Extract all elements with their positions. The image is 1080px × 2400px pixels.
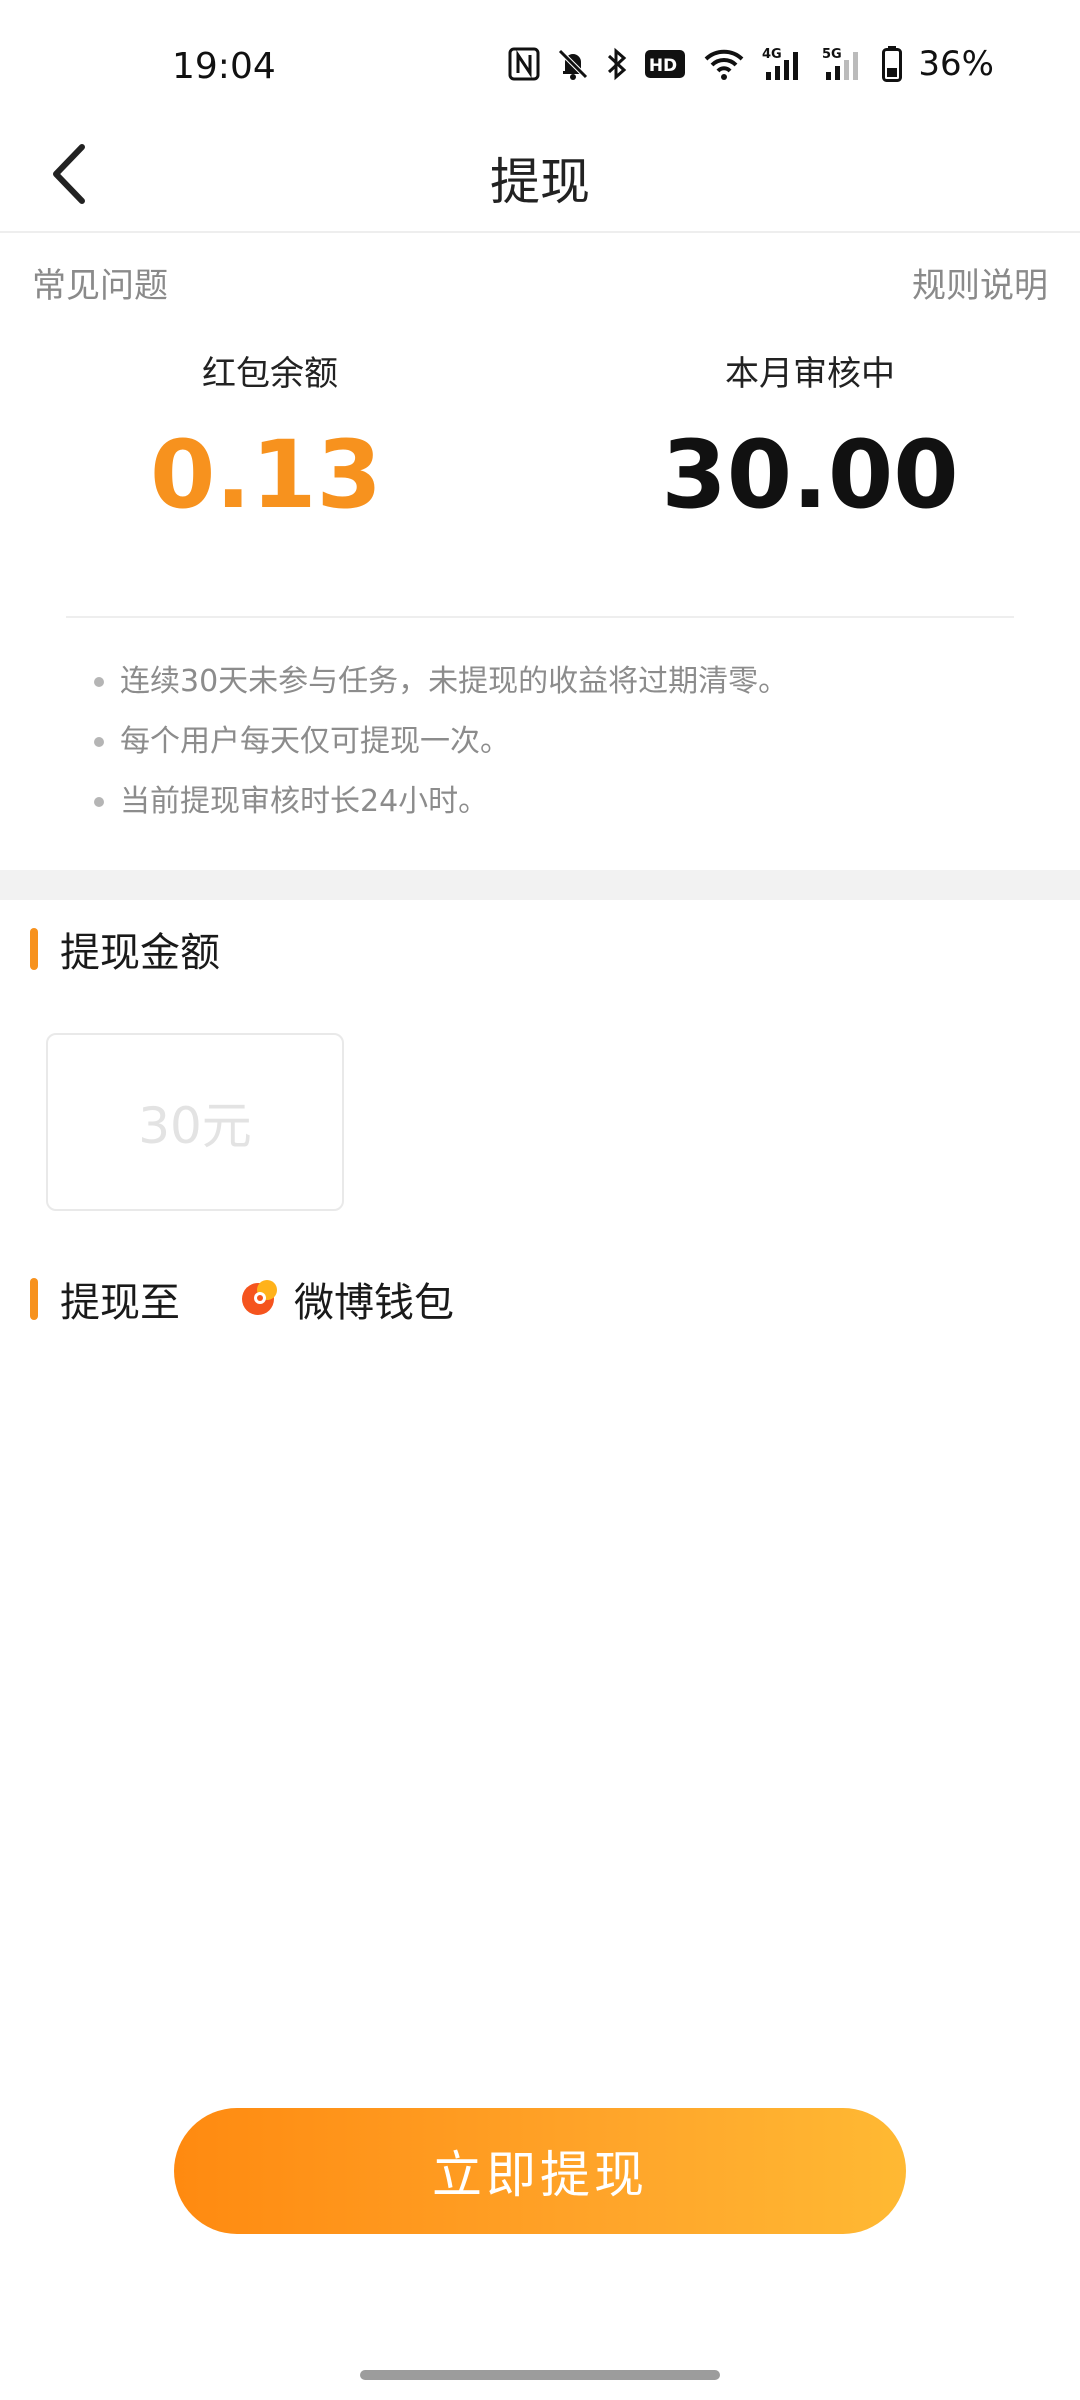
battery-icon bbox=[882, 46, 903, 82]
rules-link[interactable]: 规则说明 bbox=[912, 258, 1048, 307]
divider bbox=[66, 616, 1014, 618]
balance-stat: 红包余额 0.13 bbox=[0, 346, 540, 523]
home-indicator[interactable] bbox=[360, 2370, 720, 2380]
note-item: 当前提现审核时长24小时。 bbox=[94, 782, 788, 842]
reviewing-label: 本月审核中 bbox=[725, 354, 895, 394]
wallet-name: 微博钱包 bbox=[294, 1280, 454, 1326]
signal-4g-icon: 4G bbox=[762, 46, 806, 82]
note-item: 每个用户每天仅可提现一次。 bbox=[94, 722, 788, 782]
note-item: 连续30天未参与任务，未提现的收益将过期清零。 bbox=[94, 662, 788, 722]
status-time: 19:04 bbox=[172, 46, 276, 87]
bluetooth-icon bbox=[606, 47, 628, 81]
reviewing-value: 30.00 bbox=[661, 421, 959, 530]
target-section-header: 提现至 微博钱包 bbox=[30, 1275, 454, 1326]
status-icons: HD 4G 5G 36% bbox=[508, 44, 994, 84]
accent-bar bbox=[30, 1278, 38, 1320]
amount-section-title: 提现金额 bbox=[60, 930, 220, 976]
section-separator bbox=[0, 870, 1080, 900]
nfc-icon bbox=[508, 47, 540, 81]
balance-label: 红包余额 bbox=[202, 354, 338, 394]
svg-text:HD: HD bbox=[649, 56, 677, 76]
amount-option-30[interactable]: 30元 bbox=[46, 1033, 344, 1211]
withdraw-button[interactable]: 立即提现 bbox=[174, 2108, 906, 2234]
bell-muted-icon bbox=[556, 47, 590, 81]
weibo-wallet-icon bbox=[240, 1277, 280, 1321]
svg-text:5G: 5G bbox=[822, 47, 842, 62]
faq-link[interactable]: 常见问题 bbox=[32, 258, 168, 307]
balance-value: 0.13 bbox=[150, 421, 382, 530]
page-title: 提现 bbox=[490, 153, 590, 211]
signal-5g-icon: 5G bbox=[822, 46, 866, 82]
target-section-title: 提现至 bbox=[60, 1280, 180, 1326]
accent-bar bbox=[30, 928, 38, 970]
wallet-option: 微博钱包 bbox=[240, 1270, 454, 1328]
notes-list: 连续30天未参与任务，未提现的收益将过期清零。 每个用户每天仅可提现一次。 当前… bbox=[94, 662, 788, 842]
hd-icon: HD bbox=[644, 49, 686, 79]
wifi-icon bbox=[702, 47, 746, 81]
battery-level: 36% bbox=[918, 44, 994, 84]
reviewing-stat: 本月审核中 30.00 bbox=[540, 346, 1080, 523]
links-row: 常见问题 规则说明 bbox=[0, 258, 1080, 308]
status-bar: 19:04 HD 4G 5G 36% bbox=[0, 0, 1080, 140]
nav-bar: 提现 bbox=[0, 120, 1080, 233]
svg-text:4G: 4G bbox=[762, 47, 782, 62]
amount-section-header: 提现金额 bbox=[30, 925, 220, 976]
